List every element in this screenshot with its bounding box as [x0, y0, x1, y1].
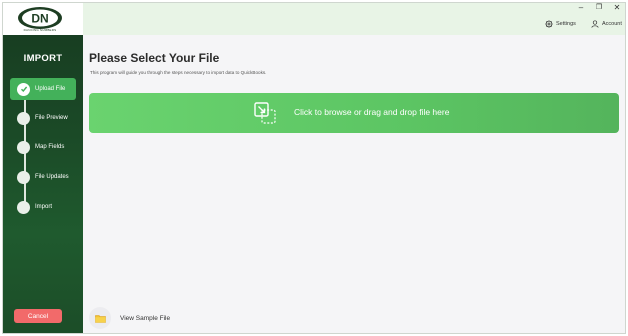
logo-area: DN DANCING NUMBERS [3, 3, 83, 35]
brand-tagline: DANCING NUMBERS [23, 28, 57, 32]
file-upload-icon [254, 102, 276, 124]
minimize-button[interactable]: – [573, 3, 589, 15]
settings-label: Settings [556, 21, 576, 27]
page-subtitle: This program will guide you through the … [90, 70, 267, 75]
account-label: Account [602, 21, 622, 27]
step-dot-icon [17, 111, 30, 125]
title-bar: – ❐ ✕ Settings Account [83, 3, 625, 35]
step-file-preview[interactable]: File Preview [10, 107, 76, 129]
step-file-updates[interactable]: File Updates [10, 166, 76, 188]
step-label: Upload File [35, 86, 66, 92]
account-button[interactable]: Account [591, 18, 622, 30]
step-label: File Updates [35, 174, 69, 180]
view-sample-file-label: View Sample File [120, 314, 171, 322]
cancel-button[interactable]: Cancel [14, 309, 62, 323]
step-label: File Preview [35, 115, 68, 121]
svg-text:DN: DN [31, 12, 48, 26]
file-dropzone[interactable]: Click to browse or drag and drop file he… [89, 93, 619, 133]
check-icon [17, 82, 30, 96]
restore-button[interactable]: ❐ [591, 3, 607, 15]
sidebar-title: IMPORT [23, 53, 63, 64]
sidebar: DN DANCING NUMBERS IMPORT Upload File Fi… [3, 3, 83, 333]
dropzone-label: Click to browse or drag and drop file he… [294, 107, 450, 117]
step-upload-file[interactable]: Upload File [10, 78, 76, 100]
step-label: Map Fields [35, 144, 65, 150]
close-button[interactable]: ✕ [609, 3, 625, 15]
step-import[interactable]: Import [10, 196, 76, 218]
step-dot-icon [17, 140, 30, 154]
settings-button[interactable]: Settings [545, 18, 576, 30]
app-window: DN DANCING NUMBERS IMPORT Upload File Fi… [2, 2, 626, 334]
step-dot-icon [17, 170, 30, 184]
step-label: Import [35, 204, 53, 210]
page-title: Please Select Your File [89, 51, 220, 65]
step-map-fields[interactable]: Map Fields [10, 136, 76, 158]
user-icon [591, 20, 599, 28]
main-content: Please Select Your File This program wil… [83, 35, 625, 333]
step-dot-icon [17, 200, 30, 214]
folder-icon [89, 307, 111, 329]
view-sample-file-button[interactable]: View Sample File [89, 307, 170, 329]
gear-icon [545, 20, 553, 28]
